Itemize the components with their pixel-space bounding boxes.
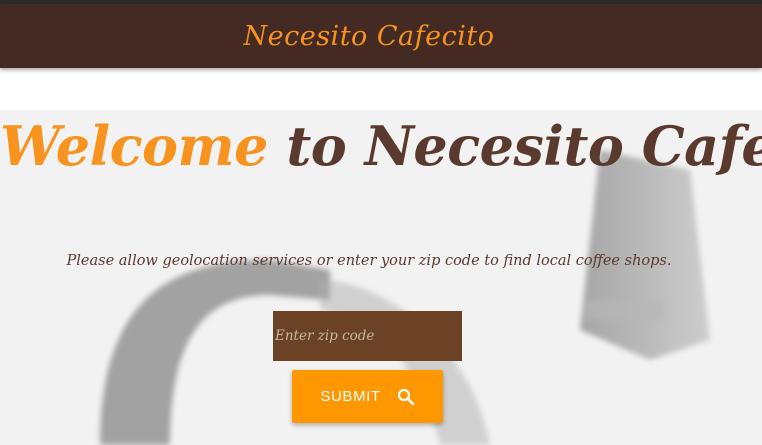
brand-logo-link[interactable]: Necesito Cafecito [244, 21, 495, 52]
navbar: Necesito Cafecito [0, 4, 762, 68]
submit-button-label: SUBMIT [320, 388, 381, 405]
geolocation-instructions: Please allow geolocation services or ent… [66, 252, 672, 269]
welcome-heading-highlight: Welcome [0, 114, 269, 178]
hero-section: Welcome to Necesito Cafecito! Please all… [0, 110, 762, 445]
zip-code-input[interactable] [273, 311, 462, 361]
welcome-heading-rest: to Necesito Cafecito! [286, 114, 762, 178]
welcome-heading: Welcome to Necesito Cafecito! [0, 110, 762, 182]
search-icon [397, 388, 415, 406]
submit-button[interactable]: SUBMIT [292, 370, 443, 423]
